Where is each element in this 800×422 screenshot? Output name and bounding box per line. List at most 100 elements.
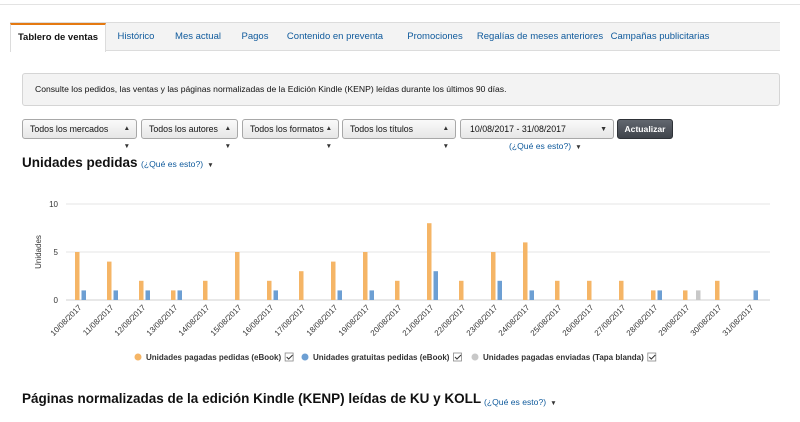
y-axis-label: Unidades bbox=[34, 235, 43, 269]
caret-down-icon: ▼ bbox=[205, 162, 214, 169]
titles-dropdown[interactable]: Todos los títulos ▲ ▼ bbox=[342, 119, 456, 150]
tab-promotions[interactable]: Promociones bbox=[394, 23, 476, 51]
caret-down-icon: ▼ bbox=[548, 400, 557, 407]
y-tick-label: 5 bbox=[54, 248, 59, 257]
units-chart: 0 5 10 Unidades 10/08/201711/08/201712/08/20… bbox=[34, 200, 770, 362]
legend-label: Unidades gratuitas pedidas (eBook) bbox=[313, 353, 450, 362]
bar-paid-ebook bbox=[619, 280, 624, 300]
caret-down-icon: ▼ bbox=[573, 144, 582, 151]
date-range-dropdown[interactable]: 10/08/2017 - 31/08/2017 ▼ bbox=[460, 119, 614, 139]
bar-free-ebook bbox=[273, 290, 278, 300]
x-tick-label: 26/08/2017 bbox=[561, 303, 596, 338]
updown-icon: ▲ ▼ bbox=[224, 125, 231, 150]
legend-marker bbox=[471, 353, 479, 361]
bar-free-ebook bbox=[113, 290, 118, 300]
bar-paperback bbox=[696, 290, 701, 300]
bar-paid-ebook bbox=[171, 290, 176, 300]
legend-label: Unidades pagadas pedidas (eBook) bbox=[146, 353, 281, 362]
y-tick-label: 10 bbox=[49, 200, 58, 209]
bar-paid-ebook bbox=[651, 290, 656, 300]
bar-free-ebook bbox=[369, 290, 374, 300]
x-tick-label: 15/08/2017 bbox=[209, 303, 244, 338]
tab-prior-royalties[interactable]: Regalías de meses anteriores bbox=[472, 23, 608, 51]
bar-free-ebook bbox=[753, 290, 758, 300]
units-help-link[interactable]: (¿Qué es esto?) bbox=[141, 159, 203, 169]
x-tick-label: 19/08/2017 bbox=[337, 303, 372, 338]
updown-icon: ▲ ▼ bbox=[325, 125, 332, 150]
x-tick-label: 18/08/2017 bbox=[305, 303, 340, 338]
bar-paid-ebook bbox=[203, 280, 208, 300]
x-tick-label: 22/08/2017 bbox=[433, 303, 468, 338]
bar-paid-ebook bbox=[427, 223, 432, 300]
update-button[interactable]: Actualizar bbox=[617, 119, 673, 139]
legend-checkbox[interactable] bbox=[647, 352, 657, 362]
tab-bar: Tablero de ventas Histórico Mes actual P… bbox=[10, 22, 780, 52]
tab-preorders[interactable]: Contenido en preventa bbox=[282, 23, 388, 51]
bar-paid-ebook bbox=[363, 252, 368, 300]
markets-dropdown[interactable]: Todos los mercados ▲ ▼ bbox=[22, 119, 137, 150]
tab-current-month[interactable]: Mes actual bbox=[168, 23, 228, 51]
date-help-link[interactable]: (¿Qué es esto?) bbox=[509, 141, 571, 151]
bar-paid-ebook bbox=[555, 280, 560, 300]
date-range-value: 10/08/2017 - 31/08/2017 bbox=[470, 124, 566, 134]
x-tick-label: 10/08/2017 bbox=[49, 303, 84, 338]
updown-icon: ▲ ▼ bbox=[123, 125, 130, 150]
bar-free-ebook bbox=[433, 271, 438, 300]
x-tick-label: 11/08/2017 bbox=[81, 303, 116, 338]
bar-free-ebook bbox=[81, 290, 86, 300]
tab-ad-campaigns[interactable]: Campañas publicitarias bbox=[608, 23, 712, 51]
bar-paid-ebook bbox=[715, 280, 720, 300]
date-help[interactable]: (¿Qué es esto?) ▼ bbox=[509, 141, 582, 151]
tab-payments[interactable]: Pagos bbox=[234, 23, 276, 51]
x-tick-label: 12/08/2017 bbox=[113, 303, 148, 338]
authors-value: Todos los autores bbox=[149, 124, 218, 134]
bar-free-ebook bbox=[657, 290, 662, 300]
x-tick-label: 25/08/2017 bbox=[529, 303, 564, 338]
bar-free-ebook bbox=[145, 290, 150, 300]
titles-value: Todos los títulos bbox=[350, 124, 414, 134]
x-tick-label: 21/08/2017 bbox=[401, 303, 436, 338]
x-tick-label: 30/08/2017 bbox=[689, 303, 724, 338]
bar-paid-ebook bbox=[75, 252, 80, 300]
bar-paid-ebook bbox=[683, 290, 688, 300]
legend-checkbox[interactable] bbox=[453, 352, 462, 362]
x-tick-label: 29/08/2017 bbox=[657, 303, 692, 338]
bar-free-ebook bbox=[497, 280, 502, 300]
x-tick-label: 27/08/2017 bbox=[593, 303, 628, 338]
bar-free-ebook bbox=[529, 290, 534, 300]
bar-paid-ebook bbox=[235, 252, 240, 300]
bar-paid-ebook bbox=[267, 280, 272, 300]
bar-paid-ebook bbox=[299, 271, 304, 300]
bar-paid-ebook bbox=[523, 242, 528, 300]
formats-value: Todos los formatos bbox=[250, 124, 324, 134]
bar-paid-ebook bbox=[491, 252, 496, 300]
kenp-help-link[interactable]: (¿Qué es esto?) bbox=[484, 397, 546, 407]
bar-paid-ebook bbox=[459, 280, 464, 300]
bar-free-ebook bbox=[177, 290, 182, 300]
y-tick-label: 0 bbox=[54, 296, 59, 305]
legend-marker bbox=[301, 353, 309, 361]
legend-checkbox[interactable] bbox=[284, 352, 294, 362]
bar-paid-ebook bbox=[395, 280, 400, 300]
x-tick-label: 17/08/2017 bbox=[273, 303, 308, 338]
x-tick-label: 13/08/2017 bbox=[145, 303, 180, 338]
x-tick-label: 31/08/2017 bbox=[721, 303, 756, 338]
x-tick-label: 14/08/2017 bbox=[177, 303, 212, 338]
bar-paid-ebook bbox=[331, 261, 336, 300]
x-tick-label: 20/08/2017 bbox=[369, 303, 404, 338]
units-help[interactable]: (¿Qué es esto?) ▼ bbox=[141, 159, 214, 169]
x-tick-label: 24/08/2017 bbox=[497, 303, 532, 338]
top-divider bbox=[0, 4, 800, 5]
authors-dropdown[interactable]: Todos los autores ▲ ▼ bbox=[141, 119, 238, 150]
kenp-title: Páginas normalizadas de la edición Kindl… bbox=[22, 391, 482, 406]
tab-sales-dashboard[interactable]: Tablero de ventas bbox=[10, 23, 106, 52]
x-tick-label: 23/08/2017 bbox=[465, 303, 500, 338]
bar-free-ebook bbox=[337, 290, 342, 300]
x-tick-label: 28/08/2017 bbox=[625, 303, 660, 338]
formats-dropdown[interactable]: Todos los formatos ▲ ▼ bbox=[242, 119, 339, 150]
tab-history[interactable]: Histórico bbox=[108, 23, 164, 51]
bar-paid-ebook bbox=[587, 280, 592, 300]
kenp-help[interactable]: (¿Qué es esto?) ▼ bbox=[484, 397, 557, 407]
updown-icon: ▲ ▼ bbox=[442, 125, 449, 150]
markets-value: Todos los mercados bbox=[30, 124, 109, 134]
